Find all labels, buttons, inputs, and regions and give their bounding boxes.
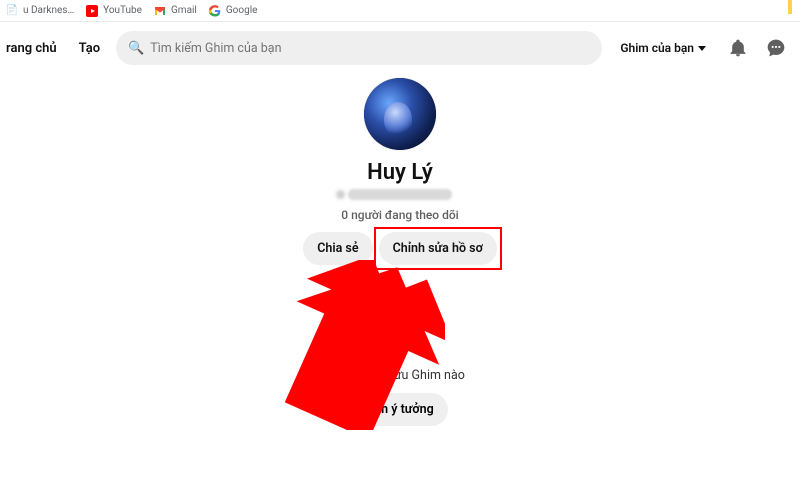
- bookmark-label: YouTube: [103, 5, 142, 16]
- chat-icon: [766, 38, 786, 58]
- followers-count: 0 người đang theo dõi: [341, 208, 458, 222]
- google-icon: [209, 5, 221, 17]
- find-ideas-button[interactable]: Tìm ý tưởng: [352, 393, 447, 426]
- bookmark-label: Google: [226, 5, 258, 16]
- bookmark-youtube[interactable]: YouTube: [86, 5, 142, 17]
- profile-section: Huy Lý 0 người đang theo dõi Chia sẻ Chỉ…: [0, 78, 800, 426]
- pin-filter-label: Ghim của bạn: [620, 41, 694, 55]
- nav-create[interactable]: Tạo: [73, 33, 106, 64]
- profile-tabs: o Đã lưu: [367, 291, 434, 312]
- youtube-icon: [86, 5, 98, 17]
- browser-indicator: [788, 0, 792, 14]
- profile-action-row: Chia sẻ Chỉnh sửa hồ sơ: [303, 232, 497, 265]
- bookmark-darkness[interactable]: 📄 u Darknes…: [6, 5, 74, 17]
- profile-name: Huy Lý: [367, 160, 433, 185]
- bookmark-label: Gmail: [171, 5, 197, 16]
- nav-home[interactable]: rang chủ: [0, 33, 63, 64]
- page-icon: 📄: [6, 5, 18, 17]
- notifications-button[interactable]: [724, 34, 752, 62]
- browser-bookmark-bar: 📄 u Darknes… YouTube Gmail Google: [0, 0, 800, 22]
- search-placeholder: Tìm kiếm Ghim của bạn: [150, 41, 281, 56]
- bookmark-gmail[interactable]: Gmail: [154, 5, 197, 17]
- bookmark-google[interactable]: Google: [209, 5, 258, 17]
- pin-filter-dropdown[interactable]: Ghim của bạn: [612, 35, 714, 61]
- share-button[interactable]: Chia sẻ: [303, 232, 372, 265]
- avatar[interactable]: [364, 78, 436, 150]
- bookmark-label: u Darknes…: [23, 5, 74, 16]
- app-topbar: rang chủ Tạo 🔍 Tìm kiếm Ghim của bạn Ghi…: [0, 22, 800, 74]
- search-input[interactable]: 🔍 Tìm kiếm Ghim của bạn: [116, 31, 602, 65]
- search-icon: 🔍: [128, 41, 144, 56]
- bell-icon: [728, 38, 748, 58]
- gmail-icon: [154, 5, 166, 17]
- tab-saved[interactable]: Đã lưu: [396, 291, 433, 312]
- tab-created[interactable]: o: [367, 291, 374, 312]
- messages-button[interactable]: [762, 34, 790, 62]
- profile-handle-blurred: [348, 189, 452, 200]
- empty-state-message: Bạn chưa lưu Ghim nào: [335, 368, 465, 383]
- chevron-down-icon: [698, 46, 706, 51]
- edit-profile-button[interactable]: Chỉnh sửa hồ sơ: [379, 232, 497, 265]
